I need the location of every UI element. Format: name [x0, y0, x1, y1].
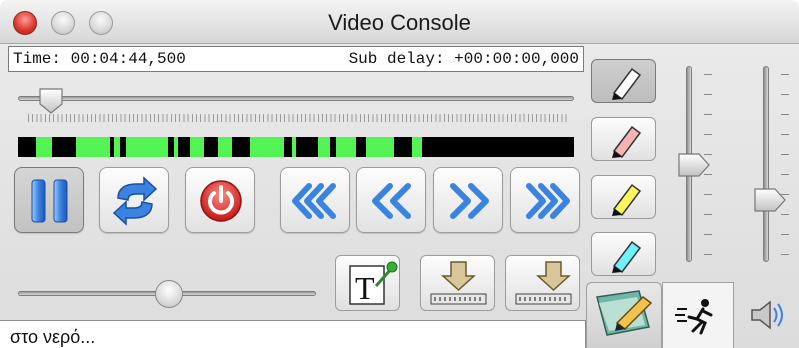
- backward-icon: [372, 183, 411, 219]
- yellow-highlighter-button[interactable]: [591, 175, 656, 219]
- tick-mark: [704, 194, 712, 195]
- pause-icon: [31, 179, 68, 223]
- running-man-tab[interactable]: [662, 282, 734, 348]
- pink-highlighter-button[interactable]: [591, 117, 656, 161]
- highlighter-icon: [612, 67, 642, 101]
- tick-mark: [781, 154, 789, 155]
- edit-tab[interactable]: [586, 282, 662, 348]
- fast-forward-icon: [526, 183, 570, 219]
- tick-mark: [781, 254, 789, 255]
- loop-button[interactable]: [99, 167, 169, 233]
- pause-button[interactable]: [14, 167, 84, 233]
- activity-segment: [76, 137, 110, 157]
- activity-segment: [114, 137, 120, 157]
- activity-segment: [250, 137, 284, 157]
- subtitle-activity-bar: [18, 137, 574, 157]
- sound-tab[interactable]: [734, 282, 799, 348]
- subtitle-text-display: στο νερό...: [0, 320, 586, 348]
- tick-mark: [781, 94, 789, 95]
- highlighter-icon: [612, 125, 642, 159]
- backward-button[interactable]: [356, 167, 426, 233]
- activity-segment: [366, 137, 394, 157]
- activity-segment: [126, 137, 168, 157]
- tick-mark: [781, 134, 789, 135]
- vertical-slider-2-thumb[interactable]: [753, 187, 787, 213]
- tick-mark: [781, 174, 789, 175]
- tick-mark: [704, 254, 712, 255]
- vertical-slider-1-thumb[interactable]: [677, 152, 711, 178]
- load-subtitle-button[interactable]: [420, 255, 495, 311]
- speaker-icon: [751, 300, 783, 330]
- download-tape-icon: [430, 261, 487, 305]
- activity-segment: [318, 137, 330, 157]
- tick-mark: [781, 214, 789, 215]
- vertical-slider-2-ticks: [781, 74, 789, 255]
- text-tool-icon: T: [349, 261, 398, 306]
- tick-mark: [704, 234, 712, 235]
- tick-mark: [704, 94, 712, 95]
- activity-segment: [218, 137, 232, 157]
- time-display: Time: 00:04:44,500 Sub delay: +00:00:00,…: [8, 46, 584, 72]
- tick-mark: [704, 74, 712, 75]
- activity-segment: [36, 137, 52, 157]
- highlighter-icon: [612, 240, 642, 274]
- current-subtitle: στο νερό...: [10, 327, 96, 347]
- tick-mark: [704, 134, 712, 135]
- svg-text:T: T: [355, 270, 375, 306]
- fast-forward-button[interactable]: [510, 167, 580, 233]
- time-readout: Time: 00:04:44,500: [13, 50, 186, 68]
- window-title: Video Console: [328, 10, 471, 35]
- fast-backward-button[interactable]: [280, 167, 350, 233]
- video-console-window: Video Console Time: 00:04:44,500 Sub del…: [0, 0, 799, 348]
- tick-mark: [704, 114, 712, 115]
- activity-segment: [292, 137, 296, 157]
- vertical-slider-2-track[interactable]: [763, 66, 769, 262]
- activity-segment: [190, 137, 204, 157]
- highlighter-icon: [612, 183, 642, 217]
- forward-icon: [450, 183, 489, 219]
- sub-delay-readout: Sub delay: +00:00:00,000: [348, 50, 579, 68]
- tick-mark: [781, 234, 789, 235]
- cyan-highlighter-button[interactable]: [591, 232, 656, 276]
- insert-subtitle-text-button[interactable]: T: [335, 255, 400, 311]
- tick-mark: [781, 114, 789, 115]
- tick-mark: [781, 74, 789, 75]
- power-button[interactable]: [185, 167, 255, 233]
- white-highlighter-button[interactable]: [591, 59, 656, 103]
- activity-segment: [412, 137, 422, 157]
- tick-mark: [704, 214, 712, 215]
- download-tape-icon: [515, 261, 572, 305]
- position-slider-track[interactable]: [18, 96, 574, 101]
- position-ticks: [28, 114, 568, 122]
- forward-button[interactable]: [433, 167, 503, 233]
- loop-icon: [112, 176, 158, 226]
- volume-slider-thumb[interactable]: [155, 280, 183, 308]
- title-bar: Video Console: [0, 0, 799, 44]
- running-man-icon: [675, 299, 713, 335]
- position-slider-thumb[interactable]: [38, 87, 64, 115]
- load-second-subtitle-button[interactable]: [505, 255, 580, 311]
- edit-pencil-icon: [596, 290, 653, 336]
- activity-segment: [174, 137, 178, 157]
- activity-segment: [336, 137, 356, 157]
- fast-backward-icon: [292, 183, 336, 219]
- power-icon: [200, 180, 242, 222]
